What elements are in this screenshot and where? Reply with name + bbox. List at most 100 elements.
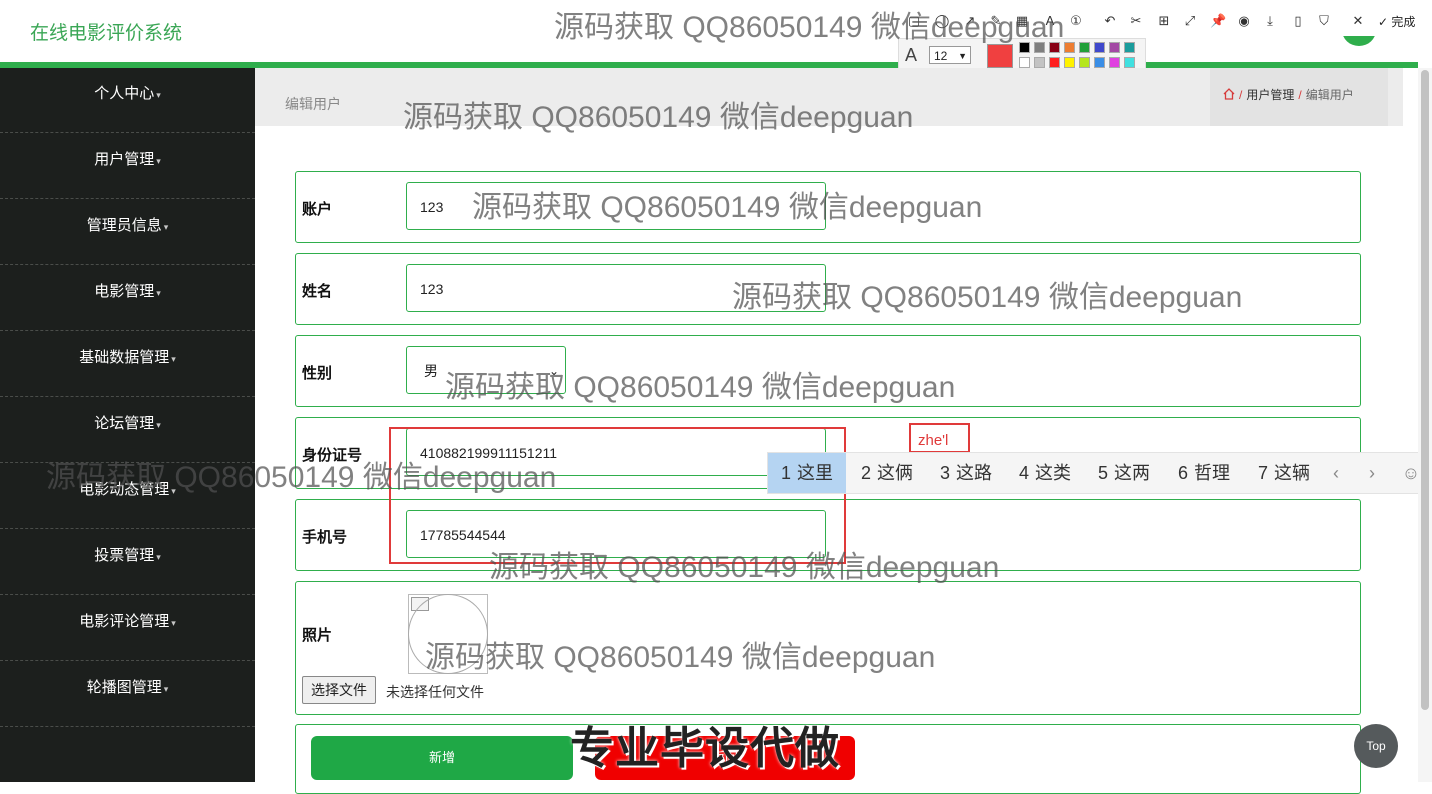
account-label: 账户 [302,201,333,218]
record-icon[interactable]: ◉ [1236,13,1252,29]
ime-candidate[interactable]: 3 这路 [927,453,1005,493]
caret-down-icon: ▾ [163,684,169,694]
color-swatch[interactable] [1079,57,1090,68]
watermark-banner: 专业毕设代做 [570,724,840,773]
sidebar-item-label: 电影评论管理 [79,613,170,630]
color-swatch[interactable] [1109,42,1120,53]
watermark-text: 源码获取 QQ86050149 微信deepguan [554,11,1065,44]
sidebar-item[interactable]: 投票管理 ▾ [0,530,255,595]
ime-composition-text: zhe'l [918,432,949,449]
sidebar-item-label: 管理员信息 [86,217,162,234]
ime-candidate-bar: 1 这里 2 这俩 3 这路 4 这类 5 这两 6 哲理 7 这辆 ‹ › ☺ [767,452,1432,494]
ime-next-page-icon[interactable]: › [1357,453,1387,493]
back-to-top-button[interactable]: Top [1354,724,1398,768]
caret-down-icon: ▾ [156,156,161,166]
ime-candidate-text: 这俩 [877,463,913,483]
ime-candidate-number: 2 [860,463,871,483]
name-label: 姓名 [302,283,333,300]
file-status: 未选择任何文件 [386,684,484,700]
ime-candidate-text: 这辆 [1274,463,1310,483]
caret-down-icon: ▾ [171,354,176,364]
undo-icon[interactable]: ↶ [1102,13,1118,29]
ime-candidate-number: 1 [780,463,791,483]
watermark-text: 源码获取 QQ86050149 微信deepguan [489,551,1000,584]
device-icon[interactable]: ▯ [1290,13,1306,29]
translate-icon[interactable]: ⊞ [1156,13,1172,29]
current-color-swatch[interactable] [987,44,1013,68]
ime-candidate-number: 7 [1257,463,1268,483]
caret-down-icon: ▾ [156,420,161,430]
ime-candidate[interactable]: 5 这两 [1085,453,1163,493]
breadcrumb-item-user-management[interactable]: 用户管理 [1246,88,1294,102]
ime-candidate[interactable]: 7 这辆 [1245,453,1323,493]
ime-candidate-text: 哲理 [1194,463,1230,483]
sidebar-item[interactable]: 电影管理 ▾ [0,266,255,331]
caret-down-icon: ▾ [156,90,161,100]
ime-candidate[interactable]: 2 这俩 [848,453,926,493]
color-swatch[interactable] [1034,57,1045,68]
color-swatch[interactable] [1094,42,1105,53]
sidebar-item[interactable]: 轮播图管理 ▾ [0,662,255,727]
color-swatch[interactable] [1019,57,1030,68]
ime-candidate[interactable]: 1 这里 [768,453,846,493]
home-icon[interactable] [1223,88,1235,100]
ime-candidate-number: 6 [1177,463,1188,483]
page-title: 编辑用户 [285,96,341,112]
ime-candidate-number: 5 [1097,463,1108,483]
choose-file-button[interactable]: 选择文件 [302,676,376,704]
number-tool-icon[interactable]: ① [1068,13,1084,29]
sidebar: 个人中心 ▾ 用户管理 ▾ 管理员信息 ▾ 电影管理 ▾ 基础数据管理 ▾ 论坛管理 ▾ 电影动态管理 ▾… [0,68,255,782]
bookmark-icon[interactable]: ⛉ [1316,13,1332,29]
ime-candidate[interactable]: 4 这类 [1006,453,1084,493]
color-swatch[interactable] [1064,57,1075,68]
crop-icon[interactable]: ✂ [1128,13,1144,29]
pin-icon[interactable]: 📌 [1210,13,1226,29]
caret-down-icon: ▾ [171,618,176,628]
phone-label: 手机号 [302,529,348,546]
ime-candidate[interactable]: 6 哲理 [1165,453,1243,493]
color-swatch[interactable] [1124,57,1135,68]
watermark-text: 源码获取 QQ86050149 微信deepguan [425,641,936,674]
breadcrumb-item-edit-user: 编辑用户 [1305,88,1354,102]
watermark-text: 源码获取 QQ86050149 微信deepguan [732,281,1243,314]
ime-candidate-text: 这路 [956,463,992,483]
watermark-text: 源码获取 QQ86050149 微信deepguan [46,461,557,494]
sidebar-item-label: 用户管理 [94,151,155,168]
add-button[interactable]: 新增 [311,736,573,780]
font-size-select[interactable]: 12 ▼ [929,46,971,64]
color-swatch[interactable] [1109,57,1120,68]
color-swatch[interactable] [1124,42,1135,53]
sidebar-item-label: 轮播图管理 [86,679,162,696]
sidebar-item[interactable]: 用户管理 ▾ [0,134,255,199]
gender-label: 性别 [302,365,333,382]
sidebar-item[interactable]: 个人中心 ▾ [0,68,255,133]
breadcrumb: / 用户管理 / 编辑用户 [1210,68,1388,126]
sidebar-item[interactable]: 管理员信息 ▾ [0,200,255,265]
color-swatch[interactable] [1094,57,1105,68]
sidebar-item[interactable]: 电影评论管理 ▾ [0,596,255,661]
watermark-text: 源码获取 QQ86050149 微信deepguan [403,101,914,134]
sidebar-item-label: 个人中心 [94,85,155,102]
expand-icon[interactable]: ⤢ [1182,13,1198,29]
ime-candidate-text: 这两 [1114,463,1150,483]
sidebar-item-label: 论坛管理 [94,415,155,432]
ime-candidate-text: 这类 [1035,463,1071,483]
ime-prev-page-icon[interactable]: ‹ [1321,453,1351,493]
caret-down-icon: ▾ [163,222,169,232]
sidebar-item[interactable]: 基础数据管理 ▾ [0,332,255,397]
close-icon[interactable]: ✕ [1350,13,1366,29]
watermark-text: 源码获取 QQ86050149 微信deepguan [445,371,956,404]
sidebar-item-label: 基础数据管理 [79,349,170,366]
download-icon[interactable]: ⤓ [1262,13,1278,29]
color-swatch[interactable] [1079,42,1090,53]
app-title: 在线电影评价系统 [30,23,183,44]
scrollbar-thumb[interactable] [1421,70,1429,710]
sidebar-item-label: 电影管理 [94,283,155,300]
done-button[interactable]: ✓ 完成 [1378,13,1415,30]
font-icon: A [905,45,918,65]
color-swatch[interactable] [1049,57,1060,68]
color-swatch[interactable] [1064,42,1075,53]
caret-down-icon: ▾ [156,288,161,298]
photo-label: 照片 [302,627,333,644]
ime-candidate-number: 4 [1018,463,1029,483]
